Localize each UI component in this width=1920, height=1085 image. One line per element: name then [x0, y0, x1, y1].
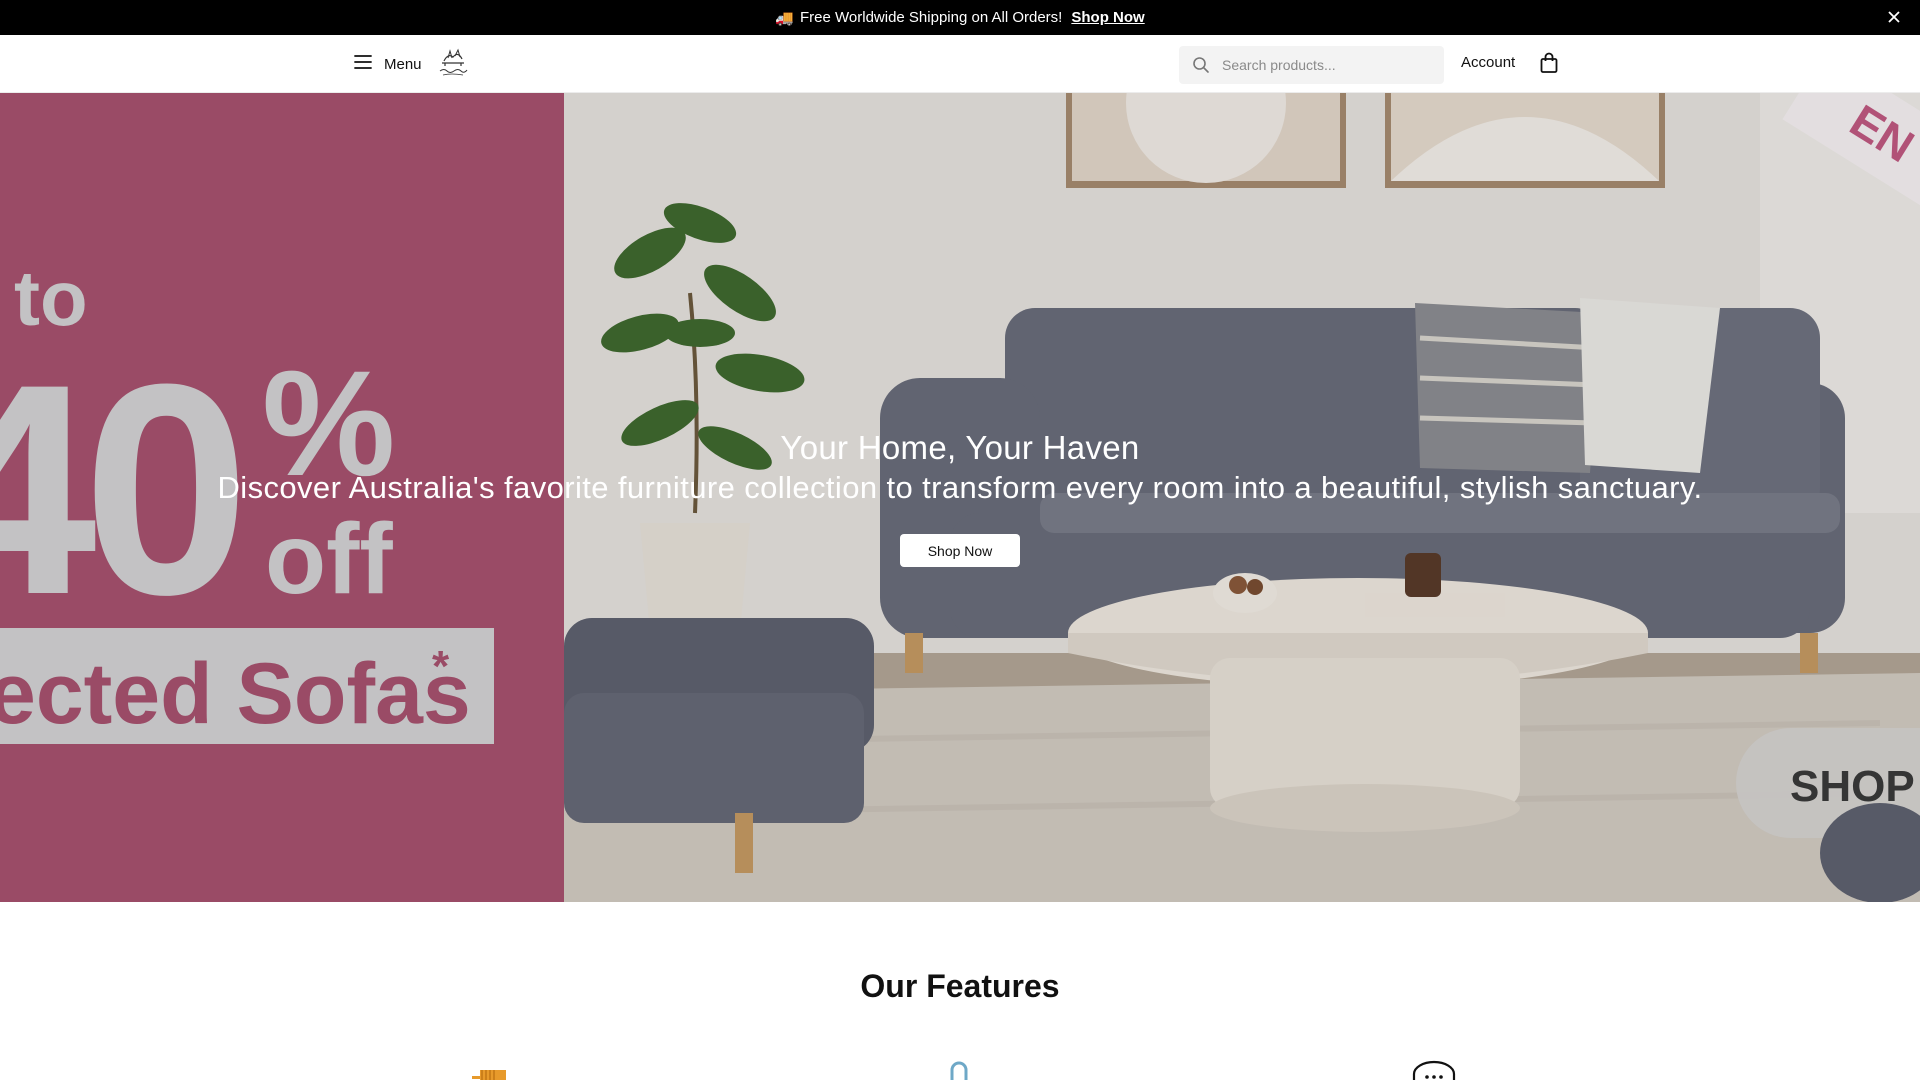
search-bar: [1179, 46, 1444, 84]
site-header: Menu Account: [0, 35, 1920, 93]
hero-title: Your Home, Your Haven: [780, 429, 1140, 466]
announcement-shop-now-link[interactable]: Shop Now: [1071, 9, 1144, 26]
hero-banner: EN SHOP to 0 % off ected Sofas * Your Ho…: [0, 93, 1920, 902]
announcement-text: Free Worldwide Shipping on All Orders!: [800, 9, 1063, 26]
delivery-truck-icon: 🚚: [775, 9, 794, 27]
shopping-bag-icon[interactable]: [1539, 52, 1559, 74]
hero-shop-now-button[interactable]: Shop Now: [900, 534, 1020, 567]
search-input[interactable]: [1220, 56, 1430, 74]
account-link[interactable]: Account: [1461, 54, 1515, 71]
features-title: Our Features: [860, 968, 1060, 1004]
search-icon[interactable]: [1192, 56, 1210, 74]
lock-icon: [945, 1060, 973, 1085]
menu-label: Menu: [384, 55, 422, 73]
hamburger-icon: [354, 54, 372, 75]
hero-text: Your Home, Your Haven Discover Australia…: [0, 429, 1920, 509]
menu-button[interactable]: Menu: [354, 52, 422, 76]
announcement-bar: 🚚 Free Worldwide Shipping on All Orders!…: [0, 0, 1920, 35]
logo[interactable]: [436, 47, 470, 79]
close-icon[interactable]: [1884, 7, 1904, 27]
shipping-icon: [470, 1060, 506, 1085]
chat-support-icon: [1412, 1060, 1456, 1085]
hero-subtitle: Discover Australia's favorite furniture …: [217, 470, 1703, 505]
